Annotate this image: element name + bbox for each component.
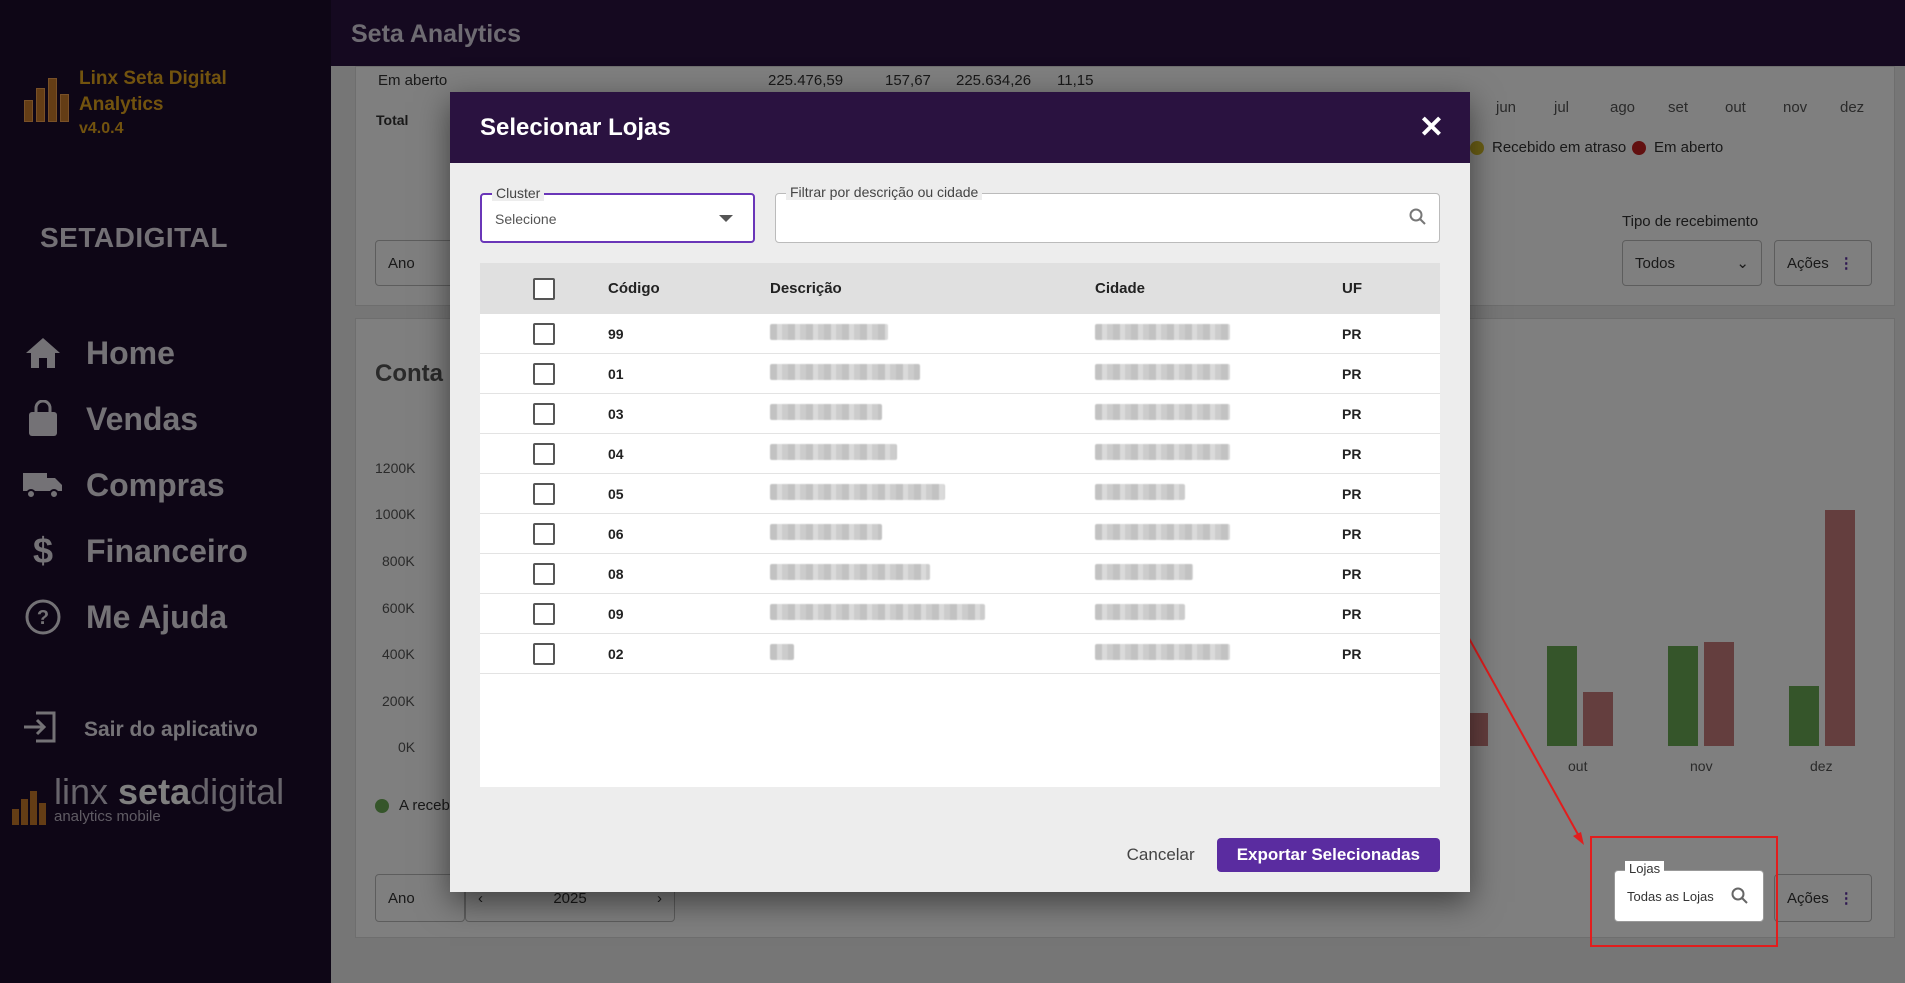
filter-input[interactable] [786,204,1386,234]
redacted-description [770,644,794,660]
row-checkbox[interactable] [533,402,555,425]
table-row[interactable]: 08 PR [480,554,1440,594]
cell-uf: PR [1342,565,1362,582]
stores-table: Código Descrição Cidade UF 99 PR 01 PR 0… [480,263,1440,787]
cell-uf: PR [1342,405,1362,422]
col-uf[interactable]: UF [1342,280,1440,297]
redacted-description [770,564,930,580]
row-checkbox[interactable] [533,362,555,385]
cell-codigo: 05 [608,485,624,502]
caret-down-icon [719,215,733,222]
cluster-label: Cluster [492,185,545,201]
table-row[interactable]: 02 PR [480,634,1440,674]
redacted-description [770,324,888,340]
close-icon[interactable]: ✕ [1419,112,1444,143]
dialog-header: Selecionar Lojas ✕ [450,92,1470,163]
redacted-description [770,484,945,500]
row-checkbox[interactable] [533,442,555,465]
redacted-city [1095,484,1185,500]
export-selected-button[interactable]: Exportar Selecionadas [1216,838,1440,872]
col-codigo[interactable]: Código [608,280,770,297]
cancel-button[interactable]: Cancelar [1127,845,1195,865]
cell-codigo: 09 [608,605,624,622]
table-row[interactable]: 01 PR [480,354,1440,394]
cell-codigo: 04 [608,445,624,462]
dialog-footer: Cancelar Exportar Selecionadas [1127,838,1440,872]
redacted-city [1095,524,1230,540]
cell-uf: PR [1342,485,1362,502]
table-row[interactable]: 04 PR [480,434,1440,474]
redacted-city [1095,404,1230,420]
filter-label: Filtrar por descrição ou cidade [786,184,983,200]
search-icon[interactable] [1409,208,1427,231]
cluster-select[interactable]: Cluster Selecione [480,185,755,243]
cell-uf: PR [1342,605,1362,622]
row-checkbox[interactable] [533,562,555,585]
cell-uf: PR [1342,525,1362,542]
table-row[interactable]: 05 PR [480,474,1440,514]
redacted-city [1095,324,1230,340]
row-checkbox[interactable] [533,322,555,345]
table-row[interactable]: 99 PR [480,314,1440,354]
col-cidade[interactable]: Cidade [1095,280,1342,297]
cell-codigo: 99 [608,325,624,342]
cell-codigo: 01 [608,365,624,382]
table-row[interactable]: 03 PR [480,394,1440,434]
cell-uf: PR [1342,365,1362,382]
select-all-checkbox[interactable] [533,277,555,300]
col-descricao[interactable]: Descrição [770,280,1095,297]
redacted-description [770,404,882,420]
row-checkbox[interactable] [533,482,555,505]
redacted-description [770,604,985,620]
row-checkbox[interactable] [533,522,555,545]
cell-uf: PR [1342,645,1362,662]
redacted-description [770,444,897,460]
redacted-description [770,364,920,380]
cell-codigo: 06 [608,525,624,542]
redacted-description [770,524,882,540]
row-checkbox[interactable] [533,642,555,665]
cluster-value: Selecione [495,211,557,227]
select-stores-dialog: Selecionar Lojas ✕ Cluster Selecione Fil… [450,92,1470,892]
redacted-city [1095,364,1230,380]
cell-uf: PR [1342,445,1362,462]
cell-codigo: 08 [608,565,624,582]
table-header: Código Descrição Cidade UF [480,263,1440,314]
redacted-city [1095,564,1193,580]
cell-codigo: 02 [608,645,624,662]
table-row[interactable]: 06 PR [480,514,1440,554]
redacted-city [1095,444,1230,460]
cell-uf: PR [1342,325,1362,342]
redacted-city [1095,604,1185,620]
row-checkbox[interactable] [533,602,555,625]
cell-codigo: 03 [608,405,624,422]
table-row[interactable]: 09 PR [480,594,1440,634]
redacted-city [1095,644,1230,660]
filter-field[interactable]: Filtrar por descrição ou cidade [775,184,1440,243]
dialog-title: Selecionar Lojas [480,113,671,141]
